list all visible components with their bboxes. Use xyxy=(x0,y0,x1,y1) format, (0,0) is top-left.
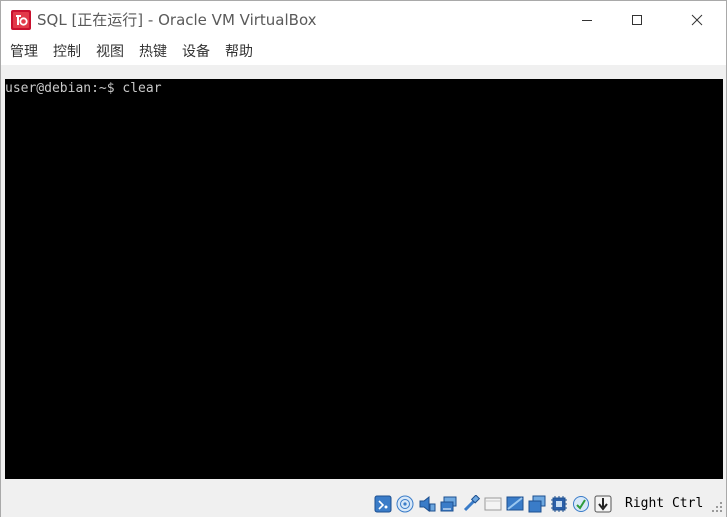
hard-disk-icon[interactable] xyxy=(373,494,393,514)
menu-machine[interactable]: 管理 xyxy=(1,40,45,64)
usb-icon[interactable] xyxy=(461,494,481,514)
virtualbox-window: SQL [正在运行] - Oracle VM VirtualBox 管理 控制 … xyxy=(0,0,727,517)
window-title: SQL [正在运行] - Oracle VM VirtualBox xyxy=(37,11,317,29)
status-indicators xyxy=(373,494,615,514)
minimize-button[interactable] xyxy=(564,1,610,39)
resize-grip-icon[interactable] xyxy=(711,501,723,513)
terminal-line: user@debian:~$ clear xyxy=(5,81,162,96)
host-key-label[interactable]: Right Ctrl xyxy=(625,494,703,514)
title-bar[interactable]: SQL [正在运行] - Oracle VM VirtualBox xyxy=(1,1,726,39)
mouse-integration-icon[interactable] xyxy=(571,494,591,514)
close-icon xyxy=(691,14,703,26)
close-button[interactable] xyxy=(674,1,720,39)
keyboard-capture-icon[interactable] xyxy=(593,494,613,514)
menu-view[interactable]: 视图 xyxy=(88,40,131,64)
menu-input[interactable]: 热键 xyxy=(131,40,174,64)
virtualbox-vm-icon[interactable] xyxy=(11,10,31,30)
maximize-icon xyxy=(632,15,642,25)
menu-devices[interactable]: 设备 xyxy=(174,40,217,64)
audio-icon[interactable] xyxy=(417,494,437,514)
display-icon[interactable] xyxy=(505,494,525,514)
shared-folders-icon[interactable] xyxy=(483,494,503,514)
cpu-icon[interactable] xyxy=(549,494,569,514)
menu-bar: 管理 控制 视图 热键 设备 帮助 xyxy=(1,39,726,65)
maximize-button[interactable] xyxy=(614,1,660,39)
status-bar: Right Ctrl xyxy=(1,489,726,517)
minimize-icon xyxy=(582,20,592,21)
menu-control[interactable]: 控制 xyxy=(45,40,88,64)
video-capture-icon[interactable] xyxy=(527,494,547,514)
optical-drive-icon[interactable] xyxy=(395,494,415,514)
menu-help[interactable]: 帮助 xyxy=(217,40,260,64)
vm-display[interactable]: user@debian:~$ clear xyxy=(5,79,723,479)
network-icon[interactable] xyxy=(439,494,459,514)
